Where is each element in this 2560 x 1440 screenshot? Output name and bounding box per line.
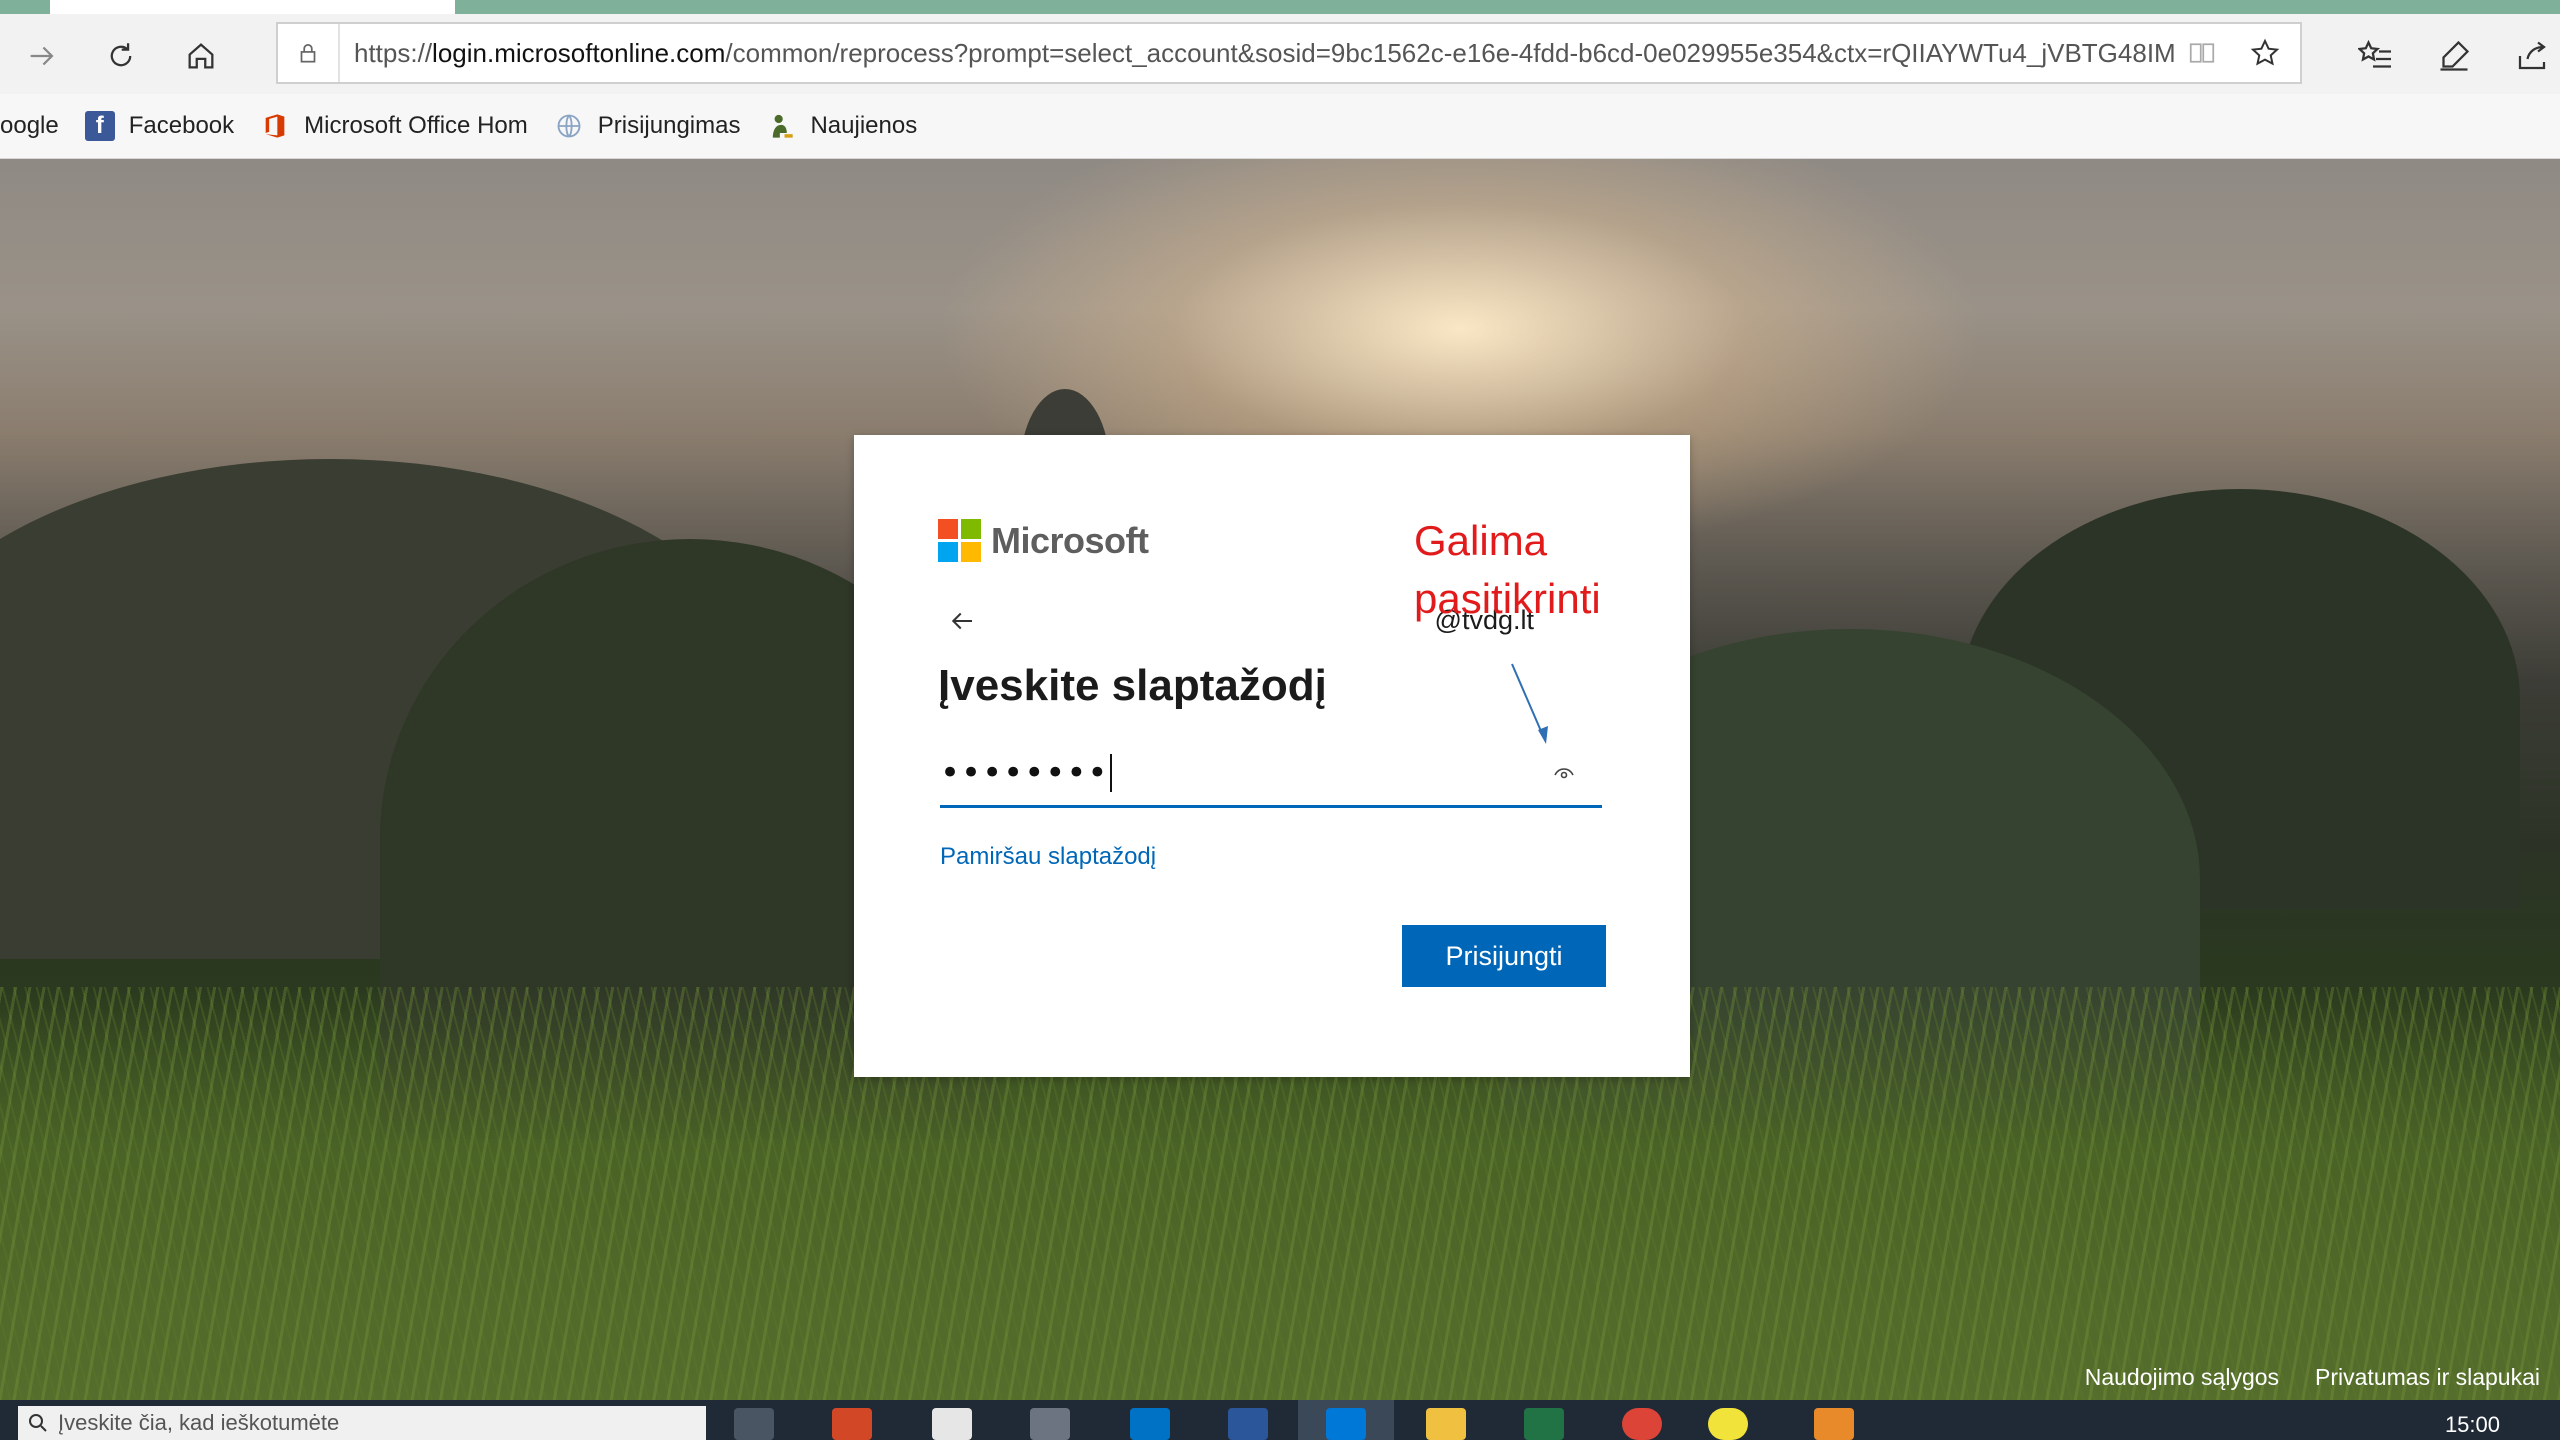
logo-square-blue [938, 542, 958, 562]
page-title: Įveskite slaptažodį [938, 661, 1327, 710]
powerpoint-icon[interactable] [832, 1408, 872, 1440]
favorite-label: Prisijungimas [597, 112, 741, 139]
app-orange-icon[interactable] [1814, 1408, 1854, 1440]
favorites-list-icon [2358, 39, 2391, 68]
back-button[interactable] [942, 601, 982, 641]
favorite-naujienos[interactable]: Naujienos [766, 111, 917, 141]
logo-square-red [938, 519, 958, 539]
share-icon [2518, 41, 2546, 70]
news-icon [766, 111, 796, 141]
excel-icon[interactable] [1524, 1408, 1564, 1440]
annotation-text: Galima pasitikrinti [1414, 517, 1601, 622]
url-host: login.microsoftonline.com [432, 37, 726, 68]
favorite-prisijungimas[interactable]: Prisijungimas [554, 111, 741, 141]
search-icon [18, 1411, 58, 1435]
chrome-icon[interactable] [1622, 1408, 1662, 1440]
taskbar-clock[interactable]: 15:00 [2445, 1412, 2500, 1438]
reading-view-icon[interactable] [2174, 38, 2230, 68]
url-text[interactable]: https://login.microsoftonline.com/common… [340, 38, 2174, 69]
pen-icon [2440, 40, 2470, 71]
url-prefix: https:// [354, 37, 433, 68]
forgot-password-link[interactable]: Pamiršau slaptažodį [940, 843, 1156, 871]
logo-square-yellow [961, 542, 981, 562]
brand-name: Microsoft [991, 519, 1149, 561]
url-path: /common/reprocess?prompt=select_account&… [725, 37, 2174, 68]
outlook-icon[interactable] [1130, 1408, 1170, 1440]
password-value: •••••••• [940, 753, 1109, 793]
active-tab[interactable] [50, 0, 455, 14]
favorite-label: oogle [0, 112, 59, 139]
forward-button[interactable] [20, 34, 64, 78]
favorite-facebook[interactable]: f Facebook [84, 111, 235, 141]
word-icon[interactable] [1228, 1408, 1268, 1440]
browser-toolbar: https://login.microsoftonline.com/common… [0, 14, 2560, 94]
favorite-label: Naujienos [810, 112, 918, 139]
arrow-left-icon [951, 612, 972, 630]
arrow-right-icon [30, 46, 54, 66]
address-bar[interactable]: https://login.microsoftonline.com/common… [276, 22, 2302, 84]
refresh-button[interactable] [99, 34, 143, 78]
terms-link[interactable]: Naudojimo sąlygos [2085, 1364, 2279, 1391]
clock-app-icon[interactable] [1030, 1408, 1070, 1440]
logo-square-green [961, 519, 981, 539]
favorites-bar: oogle f Facebook Microsoft Office Hom Pr… [0, 94, 2560, 159]
notes-button[interactable] [2432, 34, 2476, 78]
microsoft-logo-icon [938, 519, 981, 562]
refresh-icon [110, 43, 132, 67]
sign-in-button[interactable]: Prisijungti [1402, 925, 1606, 987]
favorite-label: Facebook [128, 112, 235, 139]
home-button[interactable] [179, 34, 223, 78]
task-view-icon[interactable] [734, 1408, 774, 1440]
favorite-google[interactable]: oogle [0, 112, 59, 140]
tab-strip [0, 0, 2560, 14]
reveal-password-eye-icon[interactable] [1550, 759, 1578, 787]
facebook-icon: f [84, 111, 115, 141]
lock-icon[interactable] [278, 24, 340, 82]
privacy-link[interactable]: Privatumas ir slapukai [2315, 1364, 2540, 1391]
globe-icon [554, 111, 584, 141]
taskbar: Įveskite čia, kad ieškotumėte 15:00 [0, 1400, 2560, 1440]
home-icon [188, 43, 214, 69]
file-explorer-icon[interactable] [1426, 1408, 1466, 1440]
annotation-arrow-icon [1511, 663, 1548, 744]
favorites-hub-button[interactable] [2354, 34, 2398, 78]
password-field[interactable]: •••••••• [940, 741, 1602, 808]
taskbar-search[interactable]: Įveskite čia, kad ieškotumėte [18, 1406, 706, 1440]
share-button[interactable] [2510, 34, 2554, 78]
calculator-icon[interactable] [932, 1408, 972, 1440]
favorite-office[interactable]: Microsoft Office Hom [260, 111, 528, 141]
microsoft-logo: Microsoft [938, 519, 1149, 562]
app-yellow-icon[interactable] [1708, 1408, 1748, 1440]
edge-icon[interactable] [1326, 1408, 1366, 1440]
office-icon [260, 111, 290, 141]
footer-links: Naudojimo sąlygos Privatumas ir slapukai [2085, 1364, 2540, 1391]
text-caret [1110, 754, 1113, 792]
taskbar-search-placeholder: Įveskite čia, kad ieškotumėte [58, 1410, 340, 1435]
favorite-star-icon[interactable] [2230, 37, 2300, 69]
favorite-label: Microsoft Office Hom [304, 112, 528, 139]
